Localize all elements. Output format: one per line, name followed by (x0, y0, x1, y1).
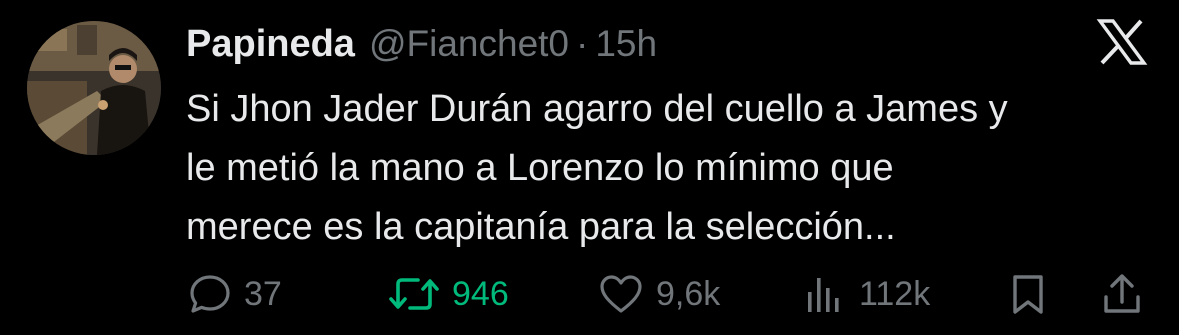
action-bar: 37 946 9,6k 112k (0, 266, 1179, 322)
tweet-text-line: merece es la capitanía para la selección… (186, 206, 896, 248)
tweet-card[interactable]: Papineda @Fianchet0 · 15h Si Jhon Jader … (0, 0, 1179, 335)
retweet-count: 946 (452, 274, 509, 313)
bar-chart-icon (803, 272, 847, 316)
like-count: 9,6k (656, 274, 721, 313)
repost-arrows-icon (388, 272, 440, 316)
user-handle[interactable]: @Fianchet0 (369, 23, 569, 65)
heart-icon (598, 272, 644, 316)
reply-button[interactable]: 37 (188, 266, 282, 322)
bookmark-button[interactable] (1008, 266, 1048, 322)
speech-bubble-icon (188, 272, 232, 316)
avatar[interactable] (27, 21, 161, 155)
timestamp[interactable]: 15h (595, 23, 657, 65)
share-button[interactable] (1100, 266, 1144, 322)
retweet-button[interactable]: 946 (388, 266, 509, 322)
bookmark-icon (1008, 272, 1048, 316)
share-upload-icon (1100, 272, 1144, 316)
tweet-text-line: le metió la mano a Lorenzo lo mínimo que (186, 147, 894, 189)
reply-count: 37 (244, 274, 282, 313)
like-button[interactable]: 9,6k (598, 266, 720, 322)
tweet-header: Papineda @Fianchet0 · 15h (186, 20, 657, 68)
display-name[interactable]: Papineda (186, 23, 355, 66)
x-logo-icon (1096, 18, 1148, 66)
tweet-text: Si Jhon Jader Durán agarro del cuello a … (186, 80, 1146, 257)
views-button[interactable]: 112k (803, 266, 930, 322)
tweet-text-line: Si Jhon Jader Durán agarro del cuello a … (186, 88, 1008, 130)
separator-dot: · (576, 23, 589, 64)
view-count: 112k (859, 274, 931, 313)
